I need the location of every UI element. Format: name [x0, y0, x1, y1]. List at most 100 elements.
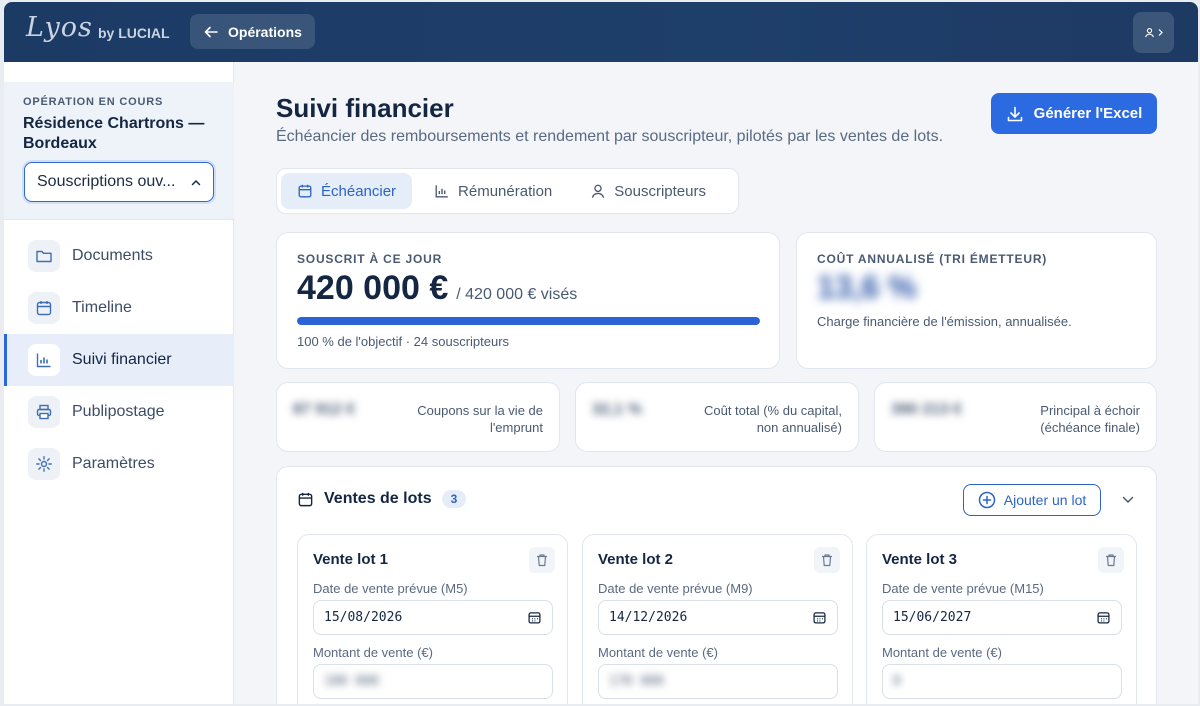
folder-icon	[28, 240, 60, 272]
calendar-icon	[28, 292, 60, 324]
current-operation-name: Résidence Chartrons — Bordeaux	[23, 115, 205, 152]
chart-icon	[28, 344, 60, 376]
sale-amount-input[interactable]: 180 000	[313, 664, 553, 699]
principal-kpi-value: 390 213 €	[891, 401, 963, 418]
sale-amount-value: 0	[893, 674, 901, 689]
annualized-cost-caption: Charge financière de l'émission, annuali…	[817, 314, 1072, 329]
calendar-picker-icon[interactable]	[1096, 610, 1111, 625]
chevron-up-icon	[191, 179, 201, 185]
lot-card-1: Vente lot 1 Date de vente prévue (M5) 15…	[297, 534, 568, 704]
lot-card-2: Vente lot 2 Date de vente prévue (M9) 14…	[582, 534, 853, 704]
chevron-down-icon	[1122, 496, 1134, 504]
coupons-kpi-value: 87 912 €	[293, 401, 356, 418]
download-icon	[1007, 106, 1022, 121]
sale-date-label: Date de vente prévue (M9)	[598, 581, 753, 596]
back-to-operations-button[interactable]: Opérations	[190, 14, 315, 49]
sale-amount-input[interactable]: 0	[882, 664, 1122, 699]
sidebar-item-label: Timeline	[72, 299, 132, 316]
sale-date-input[interactable]: 15/06/2027	[882, 600, 1122, 635]
page-title: Suivi financier	[276, 93, 454, 123]
tab-echeancier[interactable]: Échéancier	[281, 173, 413, 209]
sale-amount-label: Montant de vente (€)	[598, 645, 718, 660]
chevron-right-icon	[1158, 29, 1163, 36]
tab-label: Souscripteurs	[614, 182, 706, 200]
sidebar: OPÉRATION EN COURS Résidence Chartrons —…	[4, 62, 234, 704]
calendar-icon	[298, 184, 312, 198]
lot-title: Vente lot 2	[598, 551, 674, 568]
lot-card-3: Vente lot 3 Date de vente prévue (M15) 1…	[866, 534, 1137, 704]
app-logo: Lyos	[26, 12, 93, 43]
subscribed-kpi-caption: 100 % de l'objectif · 24 souscripteurs	[297, 334, 510, 349]
status-select-value: Souscriptions ouv...	[37, 173, 176, 190]
sidebar-nav: Documents Timeline Suivi financier Publi…	[4, 230, 234, 490]
total-cost-kpi-card: 32,1 % Coût total (% du capital, non ann…	[575, 382, 859, 452]
trash-icon	[1106, 554, 1116, 567]
principal-kpi-card: 390 213 € Principal à échoir (échéance f…	[874, 382, 1157, 452]
app-window: Lyos by LUCIAL Opérations OPÉRATION EN C…	[4, 2, 1198, 704]
user-menu-button[interactable]	[1133, 12, 1174, 53]
subscribed-kpi-label: SOUSCRIT À CE JOUR	[297, 252, 443, 266]
sale-amount-label: Montant de vente (€)	[313, 645, 433, 660]
sale-date-value: 15/06/2027	[893, 610, 972, 625]
gear-icon	[28, 448, 60, 480]
annualized-cost-kpi-card: COÛT ANNUALISÉ (TRI ÉMETTEUR) 13,6 % Cha…	[796, 232, 1157, 369]
delete-lot-button[interactable]	[529, 547, 555, 573]
principal-kpi-label: Principal à échoir (échéance finale)	[1040, 403, 1140, 435]
user-icon	[592, 184, 605, 198]
current-operation-card: OPÉRATION EN COURS Résidence Chartrons —…	[4, 82, 234, 220]
sale-amount-label: Montant de vente (€)	[882, 645, 1002, 660]
back-button-label: Opérations	[228, 23, 302, 40]
brand-suffix: by LUCIAL	[98, 25, 170, 41]
sale-date-input[interactable]: 15/08/2026	[313, 600, 553, 635]
lot-title: Vente lot 1	[313, 551, 389, 568]
main-content: Suivi financier Échéancier des rembourse…	[235, 62, 1198, 704]
subscribed-kpi-card: SOUSCRIT À CE JOUR 420 000 € / 420 000 €…	[276, 232, 780, 369]
subscribed-kpi-target: / 420 000 € visés	[456, 286, 578, 303]
collapse-section-button[interactable]	[1119, 491, 1137, 509]
lot-title: Vente lot 3	[882, 551, 958, 568]
sidebar-item-label: Documents	[72, 247, 153, 264]
sale-date-label: Date de vente prévue (M5)	[313, 581, 468, 596]
subscription-progress-bar	[297, 317, 760, 325]
arrow-left-icon	[204, 26, 218, 37]
trash-icon	[537, 554, 547, 567]
lot-count-badge: 3	[441, 490, 467, 508]
lot-sales-title: Ventes de lots	[324, 490, 432, 507]
coupons-kpi-label: Coupons sur la vie de l'emprunt	[417, 403, 543, 435]
add-lot-label: Ajouter un lot	[1003, 492, 1087, 508]
calendar-icon	[298, 492, 313, 506]
lot-sales-header: Ventes de lots 3	[297, 490, 467, 508]
delete-lot-button[interactable]	[1098, 547, 1124, 573]
sale-date-value: 15/08/2026	[324, 610, 403, 625]
chart-icon	[435, 185, 448, 198]
add-lot-button[interactable]: Ajouter un lot	[963, 484, 1101, 516]
calendar-picker-icon[interactable]	[812, 610, 827, 625]
plus-circle-icon	[978, 491, 995, 509]
tab-souscripteurs[interactable]: Souscripteurs	[574, 173, 722, 209]
view-tabs: Échéancier Rémunération Souscripteurs	[276, 168, 739, 214]
sale-date-label: Date de vente prévue (M15)	[882, 581, 1044, 596]
sidebar-item-label: Suivi financier	[72, 351, 172, 368]
sidebar-item-parametres[interactable]: Paramètres	[4, 438, 234, 490]
trash-icon	[822, 554, 832, 567]
printer-icon	[28, 396, 60, 428]
sidebar-item-publipostage[interactable]: Publipostage	[4, 386, 234, 438]
coupons-kpi-card: 87 912 € Coupons sur la vie de l'emprunt	[276, 382, 560, 452]
sale-date-input[interactable]: 14/12/2026	[598, 600, 838, 635]
total-cost-kpi-label: Coût total (% du capital, non annualisé)	[703, 403, 842, 435]
user-icon	[1144, 28, 1154, 38]
calendar-picker-icon[interactable]	[527, 610, 542, 625]
sidebar-item-suivi-financier[interactable]: Suivi financier	[4, 334, 234, 386]
sale-amount-input[interactable]: 170 000	[598, 664, 838, 699]
operation-status-select[interactable]: Souscriptions ouv...	[24, 162, 214, 202]
tab-remuneration[interactable]: Rémunération	[418, 173, 568, 209]
sidebar-item-timeline[interactable]: Timeline	[4, 282, 234, 334]
annualized-cost-value: 13,6 %	[817, 269, 917, 305]
delete-lot-button[interactable]	[814, 547, 840, 573]
sidebar-item-documents[interactable]: Documents	[4, 230, 234, 282]
subscription-progress-fill	[297, 317, 760, 325]
sidebar-item-label: Publipostage	[72, 403, 165, 420]
page-subtitle: Échéancier des remboursements et rendeme…	[276, 128, 944, 145]
generate-excel-button[interactable]: Générer l'Excel	[991, 93, 1157, 134]
generate-excel-label: Générer l'Excel	[1033, 105, 1143, 122]
